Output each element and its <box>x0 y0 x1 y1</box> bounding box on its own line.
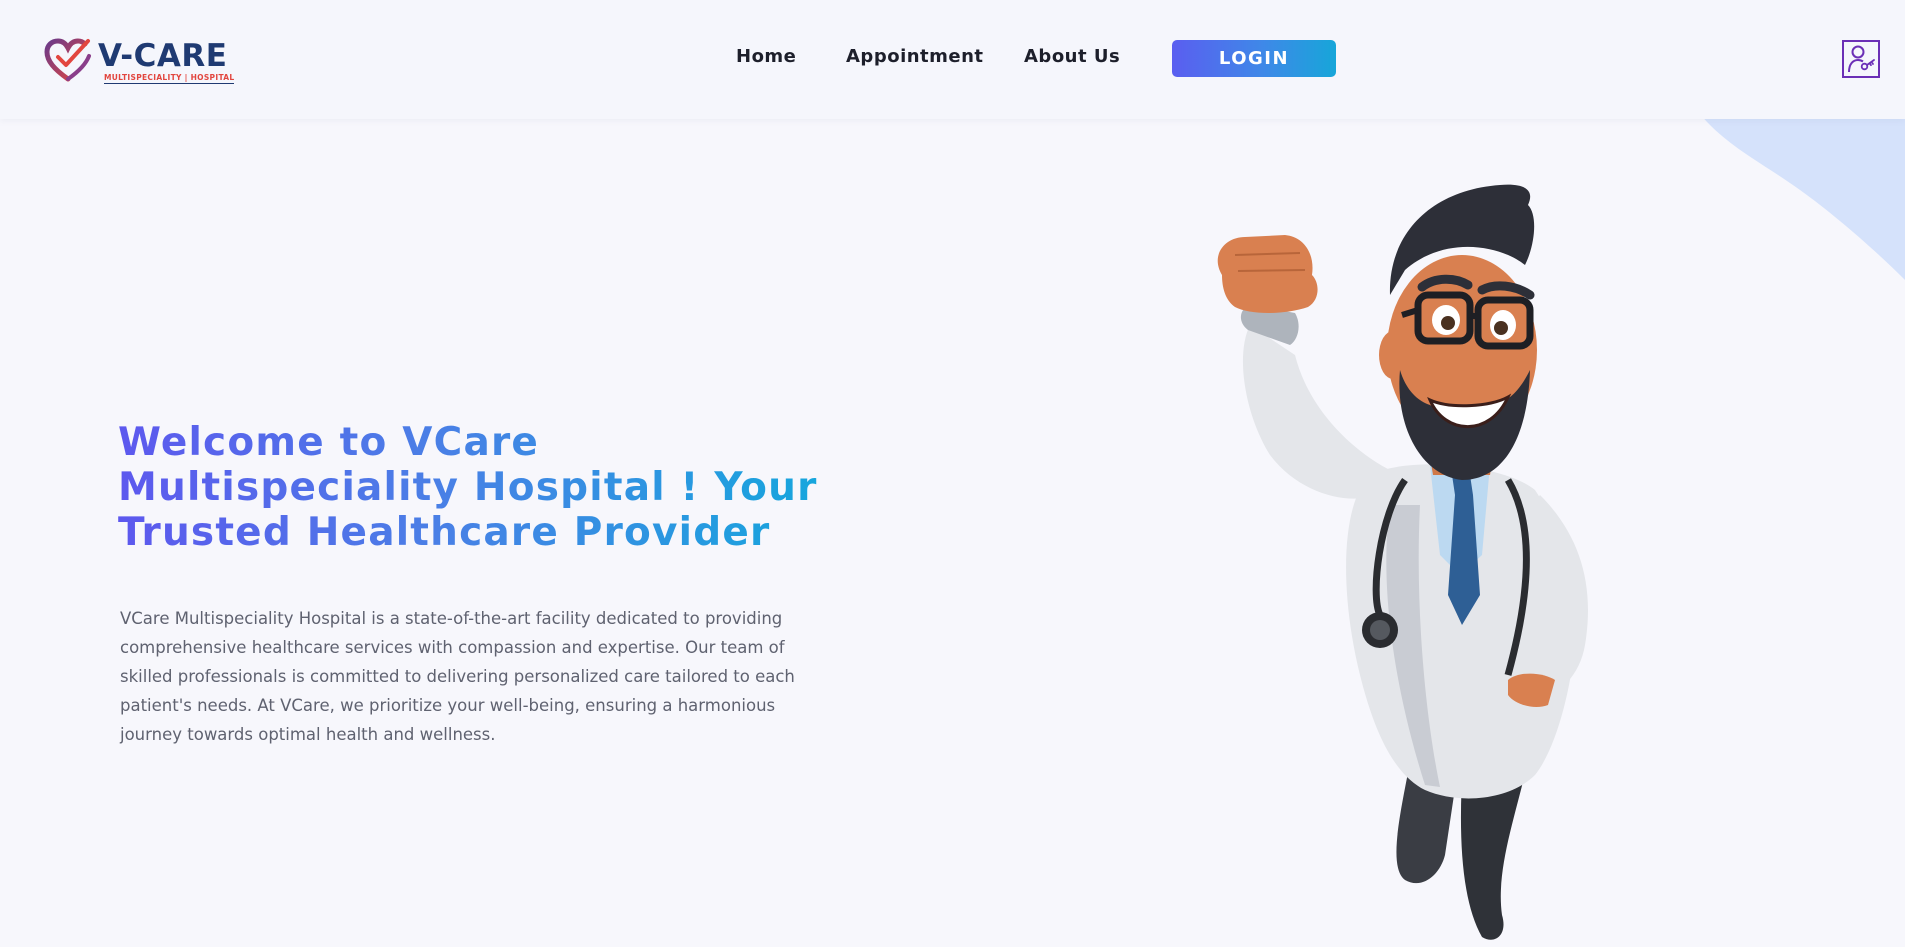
doctor-illustration <box>1217 184 1588 940</box>
hero-title: Welcome to VCare Multispeciality Hospita… <box>118 420 818 555</box>
account-button[interactable] <box>1842 40 1880 78</box>
brand-tagline: MULTISPECIALITY | HOSPITAL <box>104 73 235 84</box>
brand-name: V-CARE <box>98 38 228 74</box>
user-key-icon <box>1848 45 1875 73</box>
page: V-CARE MULTISPECIALITY | HOSPITAL Home A… <box>0 0 1905 947</box>
login-button[interactable]: LOGIN <box>1172 40 1336 77</box>
nav-item-about-us[interactable]: About Us <box>1024 46 1120 67</box>
heart-check-icon <box>44 38 91 82</box>
nav-item-home[interactable]: Home <box>736 46 796 67</box>
site-header: V-CARE MULTISPECIALITY | HOSPITAL Home A… <box>0 0 1905 119</box>
hero-description: VCare Multispeciality Hospital is a stat… <box>120 609 795 744</box>
nav-item-appointment[interactable]: Appointment <box>846 46 984 67</box>
brand-logo[interactable]: V-CARE MULTISPECIALITY | HOSPITAL <box>44 37 235 87</box>
